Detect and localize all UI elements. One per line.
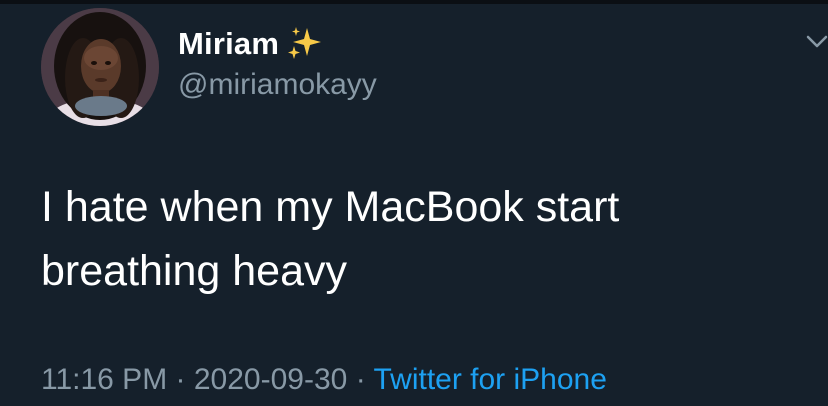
profile-photo xyxy=(41,8,159,126)
tweet-author[interactable]: Miriam @miriamokayy xyxy=(178,24,377,102)
sparkles-icon xyxy=(288,27,322,59)
display-name[interactable]: Miriam xyxy=(178,26,279,62)
tweet-time[interactable]: 11:16 PM xyxy=(41,363,167,396)
tweet-meta: 11:16 PM · 2020-09-30 · Twitter for iPho… xyxy=(41,360,607,400)
tweet-date[interactable]: 2020-09-30 xyxy=(194,363,347,396)
meta-separator: · xyxy=(355,363,366,396)
tweet-text: I hate when my MacBook start breathing h… xyxy=(41,183,620,295)
chevron-down-icon[interactable] xyxy=(804,32,828,52)
tweet-card: Miriam @miriamokayy I hate when my MacBo… xyxy=(0,0,828,406)
avatar[interactable] xyxy=(41,8,159,126)
user-handle[interactable]: @miriamokayy xyxy=(178,68,377,102)
meta-separator: · xyxy=(175,363,186,396)
tweet-source-link[interactable]: Twitter for iPhone xyxy=(373,363,606,396)
name-row: Miriam xyxy=(178,24,377,64)
